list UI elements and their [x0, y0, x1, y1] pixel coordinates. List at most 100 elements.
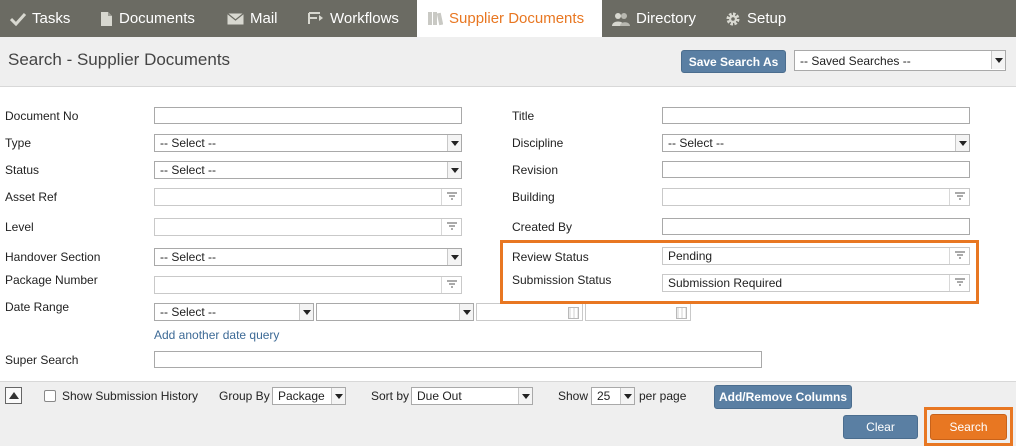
sort-by-select[interactable]: Due Out — [411, 387, 533, 405]
tab-tasks[interactable]: Tasks — [10, 0, 90, 37]
review-status-label: Review Status — [512, 250, 589, 264]
chevron-down-icon — [620, 388, 634, 404]
workflow-icon — [307, 11, 324, 26]
filter-dropdown-icon[interactable] — [949, 189, 969, 205]
tab-documents[interactable]: Documents — [100, 0, 212, 37]
filter-dropdown-icon[interactable] — [949, 248, 969, 264]
package-number-label: Package Number — [5, 273, 98, 287]
date-to-input[interactable] — [585, 303, 691, 321]
date-range-label: Date Range — [5, 300, 70, 314]
show-submission-history-checkbox[interactable] — [44, 390, 56, 402]
chevron-down-icon — [447, 249, 461, 265]
status-select[interactable]: -- Select -- — [154, 161, 462, 179]
binders-icon — [427, 11, 443, 26]
chevron-down-icon — [299, 304, 313, 320]
title-input[interactable] — [662, 107, 970, 124]
add-another-date-query-link[interactable]: Add another date query — [154, 328, 279, 342]
group-by-value: Package — [278, 389, 325, 403]
package-number-multiselect[interactable] — [154, 276, 462, 294]
group-by-label: Group By — [219, 389, 270, 403]
document-no-label: Document No — [5, 109, 79, 123]
save-search-as-button[interactable]: Save Search As — [681, 50, 786, 73]
chevron-down-icon — [331, 388, 345, 404]
filter-dropdown-icon[interactable] — [949, 275, 969, 291]
page-size-select[interactable]: 25 — [591, 387, 635, 405]
tab-supplier-documents[interactable]: Supplier Documents — [417, 0, 602, 37]
created-by-label: Created By — [512, 220, 573, 234]
handover-section-label: Handover Section — [5, 250, 101, 264]
submission-status-label: Submission Status — [512, 273, 612, 287]
saved-searches-select[interactable]: -- Saved Searches -- — [794, 50, 1006, 71]
document-no-input[interactable] — [154, 107, 462, 124]
super-search-input[interactable] — [154, 351, 762, 368]
super-search-label: Super Search — [5, 353, 79, 367]
asset-ref-label: Asset Ref — [5, 190, 58, 204]
clear-button[interactable]: Clear — [843, 415, 918, 439]
submission-status-multiselect[interactable]: Submission Required — [662, 274, 970, 292]
envelope-icon — [227, 12, 244, 25]
review-status-value: Pending — [668, 249, 713, 263]
revision-label: Revision — [512, 163, 559, 177]
group-by-select[interactable]: Package — [272, 387, 346, 405]
saved-searches-value: -- Saved Searches -- — [800, 53, 911, 68]
handover-section-value: -- Select -- — [160, 250, 217, 264]
add-remove-columns-button[interactable]: Add/Remove Columns — [714, 385, 852, 409]
calendar-icon[interactable] — [568, 307, 579, 319]
title-label: Title — [512, 109, 535, 123]
tab-label: Directory — [636, 10, 697, 27]
level-multiselect[interactable] — [154, 218, 462, 236]
review-status-multiselect[interactable]: Pending — [662, 247, 970, 265]
asset-ref-multiselect[interactable] — [154, 188, 462, 206]
building-label: Building — [512, 190, 555, 204]
building-multiselect[interactable] — [662, 188, 970, 206]
tab-label: Tasks — [32, 10, 71, 27]
submission-status-value: Submission Required — [668, 276, 783, 290]
collapse-up-icon[interactable] — [5, 387, 22, 404]
discipline-label: Discipline — [512, 136, 564, 150]
chevron-down-icon — [447, 135, 461, 151]
filter-dropdown-icon[interactable] — [441, 189, 461, 205]
show-submission-history-label: Show Submission History — [62, 389, 199, 403]
sort-by-label: Sort by — [371, 389, 410, 403]
type-label: Type — [5, 136, 32, 150]
search-button[interactable]: Search — [930, 414, 1007, 440]
tab-label: Supplier Documents — [449, 10, 585, 27]
date-from-input[interactable] — [476, 303, 583, 321]
date-range-value: -- Select -- — [160, 305, 217, 319]
tab-label: Documents — [119, 10, 195, 27]
page-size-value: 25 — [597, 389, 611, 403]
tab-workflows[interactable]: Workflows — [307, 0, 407, 37]
revision-input[interactable] — [662, 161, 970, 178]
chevron-down-icon — [447, 162, 461, 178]
tab-label: Setup — [747, 10, 787, 27]
tab-setup[interactable]: Setup — [725, 0, 800, 37]
tab-mail[interactable]: Mail — [227, 0, 299, 37]
status-value: -- Select -- — [160, 163, 217, 177]
document-icon — [100, 11, 113, 27]
type-select[interactable]: -- Select -- — [154, 134, 462, 152]
status-label: Status — [5, 163, 40, 177]
chevron-down-icon — [459, 304, 473, 320]
people-icon — [612, 12, 630, 26]
calendar-icon[interactable] — [676, 307, 687, 319]
top-nav: Tasks Documents Mail Workflows Supplier … — [0, 0, 1016, 37]
gear-icon — [725, 11, 741, 27]
filter-dropdown-icon[interactable] — [441, 219, 461, 235]
discipline-value: -- Select -- — [668, 136, 725, 150]
created-by-input[interactable] — [662, 218, 970, 235]
show-label: Show — [558, 389, 589, 403]
type-value: -- Select -- — [160, 136, 217, 150]
chevron-down-icon — [518, 388, 532, 404]
filter-dropdown-icon[interactable] — [441, 277, 461, 293]
chevron-down-icon — [955, 135, 969, 151]
tab-label: Mail — [250, 10, 278, 27]
tab-label: Workflows — [330, 10, 399, 27]
date-condition-select[interactable] — [316, 303, 474, 321]
discipline-select[interactable]: -- Select -- — [662, 134, 970, 152]
chevron-down-icon — [991, 51, 1005, 69]
tab-directory[interactable]: Directory — [612, 0, 712, 37]
level-label: Level — [5, 220, 34, 234]
handover-section-select[interactable]: -- Select -- — [154, 248, 462, 266]
date-range-select[interactable]: -- Select -- — [154, 303, 314, 321]
per-page-label: per page — [639, 389, 687, 403]
